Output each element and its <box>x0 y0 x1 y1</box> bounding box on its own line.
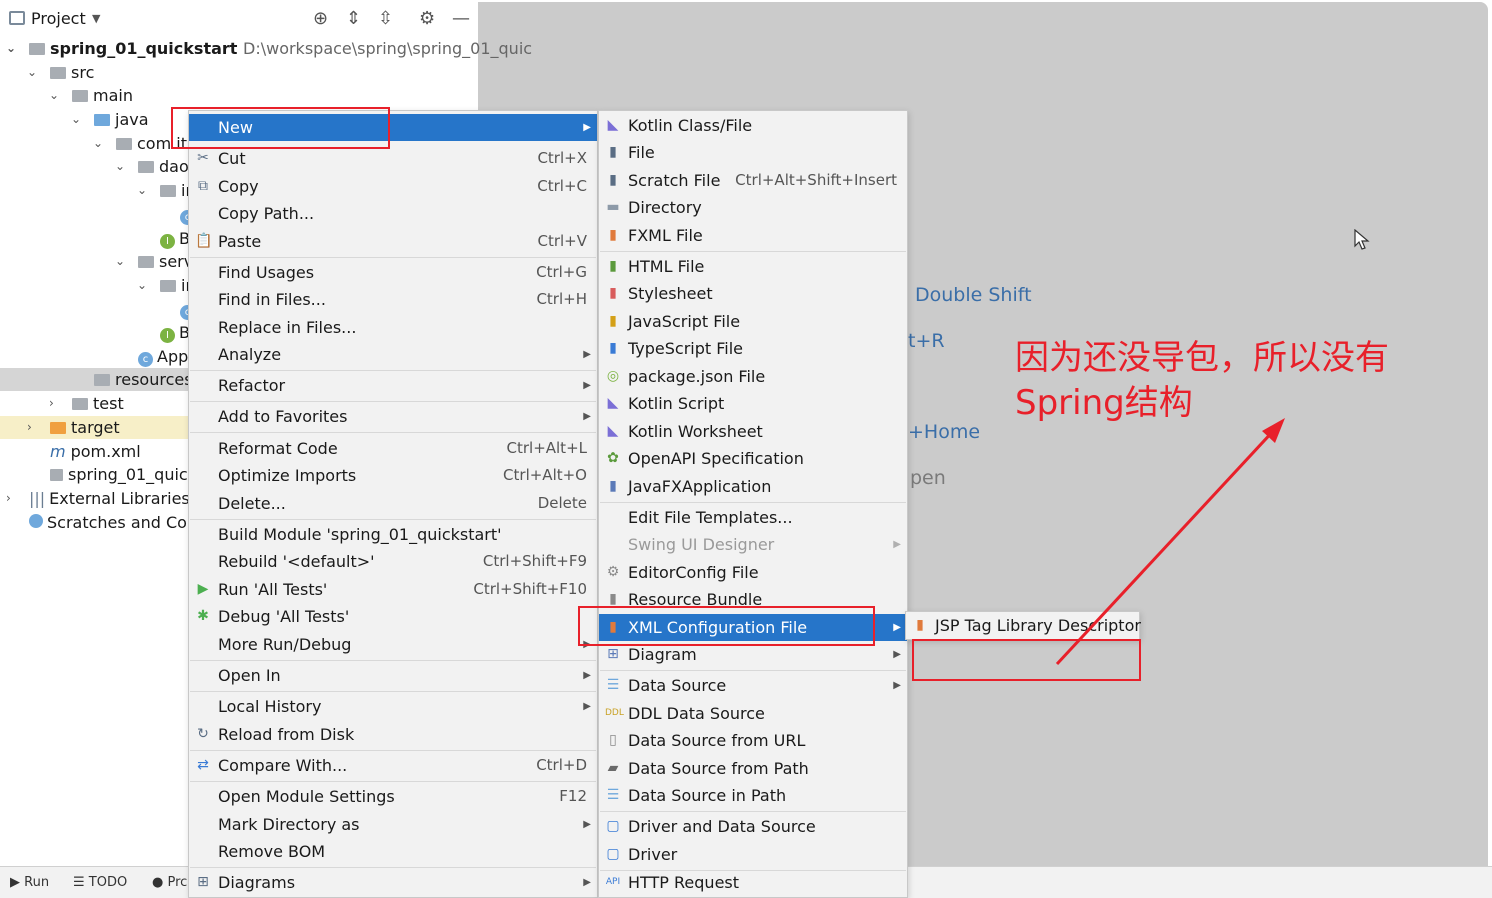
annotation-line-1: 因为还没导包，所以没有 <box>1015 338 1389 378</box>
mouse-cursor-icon <box>1354 229 1370 250</box>
annotation-line-2: Spring结构 <box>1015 383 1193 423</box>
annotation-text: 因为还没导包，所以没有 Spring结构 <box>1015 336 1389 426</box>
annotation-arrow <box>1055 418 1285 666</box>
